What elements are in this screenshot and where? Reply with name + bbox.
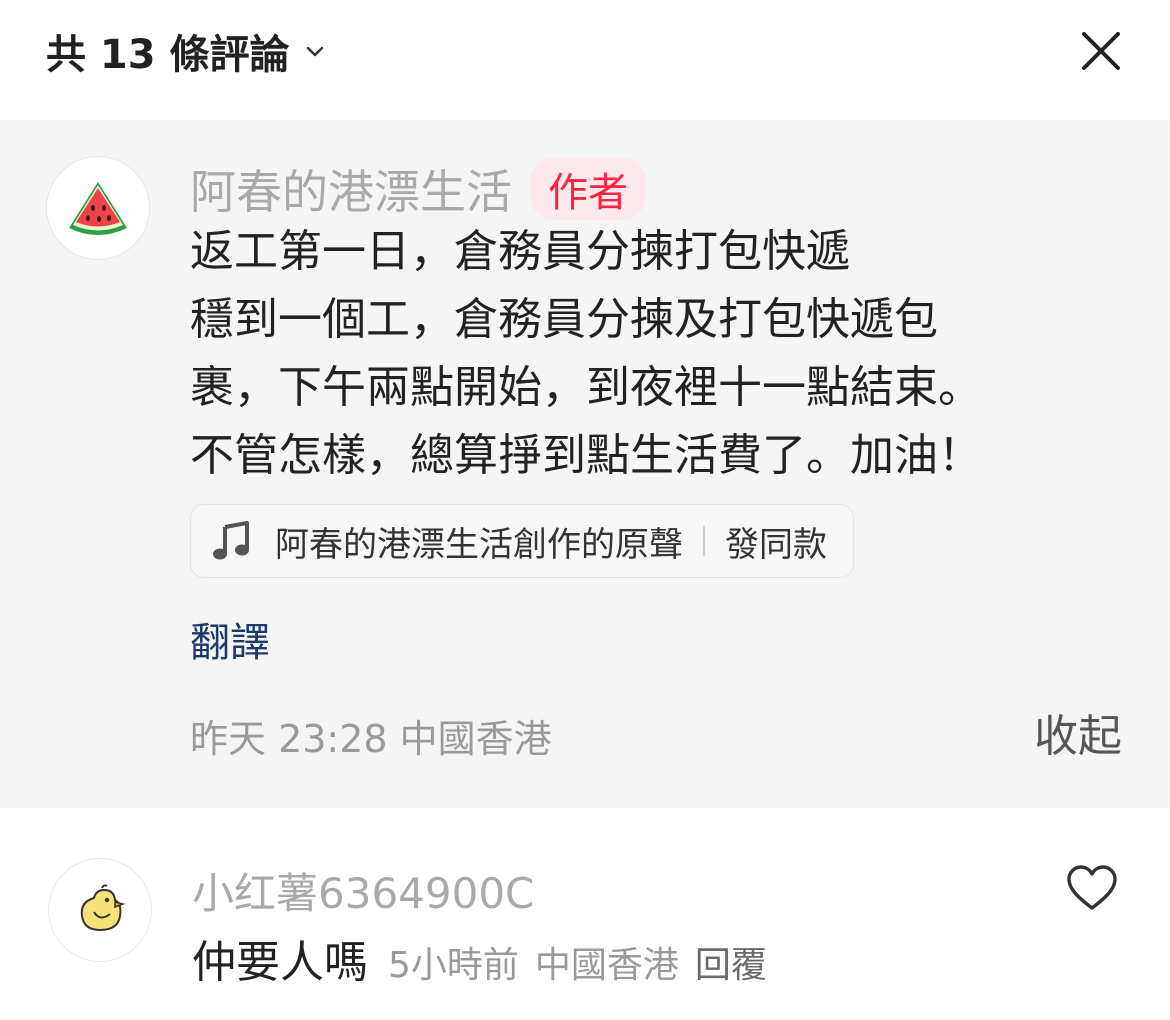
- original-sound-chip[interactable]: 阿春的港漂生活創作的原聲 發同款: [190, 504, 854, 578]
- heart-icon[interactable]: [1066, 864, 1118, 912]
- chick-icon: [80, 884, 126, 932]
- comment-count-label: 共 13 條評論: [46, 32, 290, 78]
- reply-author-name[interactable]: 小红薯6364900C: [192, 860, 534, 921]
- comment-count-dropdown[interactable]: 共 13 條評論: [46, 22, 326, 80]
- reply-time: 5小時前: [388, 945, 519, 986]
- comments-header: 共 13 條評論: [0, 0, 1170, 120]
- reply-body: 仲要人嗎 5小時前 中國香港 回覆: [192, 926, 767, 990]
- author-name[interactable]: 阿春的港漂生活: [190, 156, 512, 222]
- author-comment: 阿春的港漂生活 作者 返工第一日，倉務員分揀打包快遞 穩到一個工，倉務員分揀及打…: [0, 120, 1170, 808]
- watermelon-icon: [69, 182, 127, 235]
- use-sound-button[interactable]: 發同款: [725, 517, 827, 566]
- close-icon[interactable]: [1078, 28, 1124, 74]
- comment-line: 穩到一個工，倉務員分揀及打包快遞包: [190, 294, 938, 345]
- original-sound-label: 阿春的港漂生活創作的原聲: [275, 524, 683, 565]
- reply-avatar[interactable]: [48, 858, 152, 962]
- comment-line: 不管怎樣，總算掙到點生活費了。加油！: [190, 430, 982, 481]
- comment-line: 裹，下午兩點開始，到夜裡十一點結束。: [190, 362, 982, 413]
- reply-button[interactable]: 回覆: [695, 936, 767, 988]
- collapse-button[interactable]: 收起: [1034, 700, 1122, 764]
- reply-location: 中國香港: [534, 945, 679, 986]
- translate-link[interactable]: 翻譯: [190, 610, 270, 668]
- divider: [703, 526, 705, 556]
- comment-text: 返工第一日，倉務員分揀打包快遞 穩到一個工，倉務員分揀及打包快遞包 裹，下午兩點…: [190, 218, 982, 490]
- author-row: 阿春的港漂生活 作者: [190, 156, 646, 222]
- author-avatar[interactable]: [46, 156, 150, 260]
- reply-comment: 小红薯6364900C 仲要人嗎 5小時前 中國香港 回覆: [0, 808, 1170, 1020]
- comment-meta: 昨天 23:28 中國香港: [190, 717, 552, 761]
- comment-line: 返工第一日，倉務員分揀打包快遞: [190, 226, 850, 277]
- reply-text: 仲要人嗎: [192, 937, 368, 988]
- author-badge: 作者: [530, 158, 646, 220]
- music-note-icon: [213, 521, 249, 560]
- chevron-down-icon: [306, 46, 323, 57]
